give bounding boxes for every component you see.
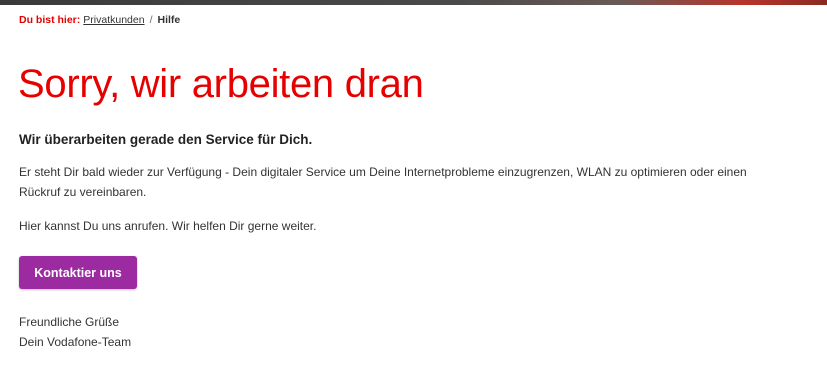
breadcrumb-lead: Du bist hier:: [19, 14, 81, 26]
hero-image-strip: [0, 0, 827, 5]
closing-signature: Freundliche Grüße Dein Vodafone-Team: [19, 312, 131, 352]
breadcrumb-link-privatkunden[interactable]: Privatkunden: [83, 14, 144, 26]
call-us-paragraph: Hier kannst Du uns anrufen. Wir helfen D…: [19, 219, 317, 233]
page-subtitle: Wir überarbeiten gerade den Service für …: [19, 132, 313, 147]
breadcrumb-current-hilfe: Hilfe: [157, 14, 181, 26]
contact-us-button[interactable]: Kontaktier uns: [19, 256, 137, 289]
closing-greeting: Freundliche Grüße: [19, 315, 120, 329]
closing-team-name: Dein Vodafone-Team: [19, 335, 132, 349]
page-title: Sorry, wir arbeiten dran: [18, 62, 424, 106]
breadcrumb: Du bist hier: Privatkunden / Hilfe: [19, 13, 180, 27]
breadcrumb-separator: /: [149, 14, 153, 26]
service-info-paragraph: Er steht Dir bald wieder zur Verfügung -…: [19, 165, 747, 199]
